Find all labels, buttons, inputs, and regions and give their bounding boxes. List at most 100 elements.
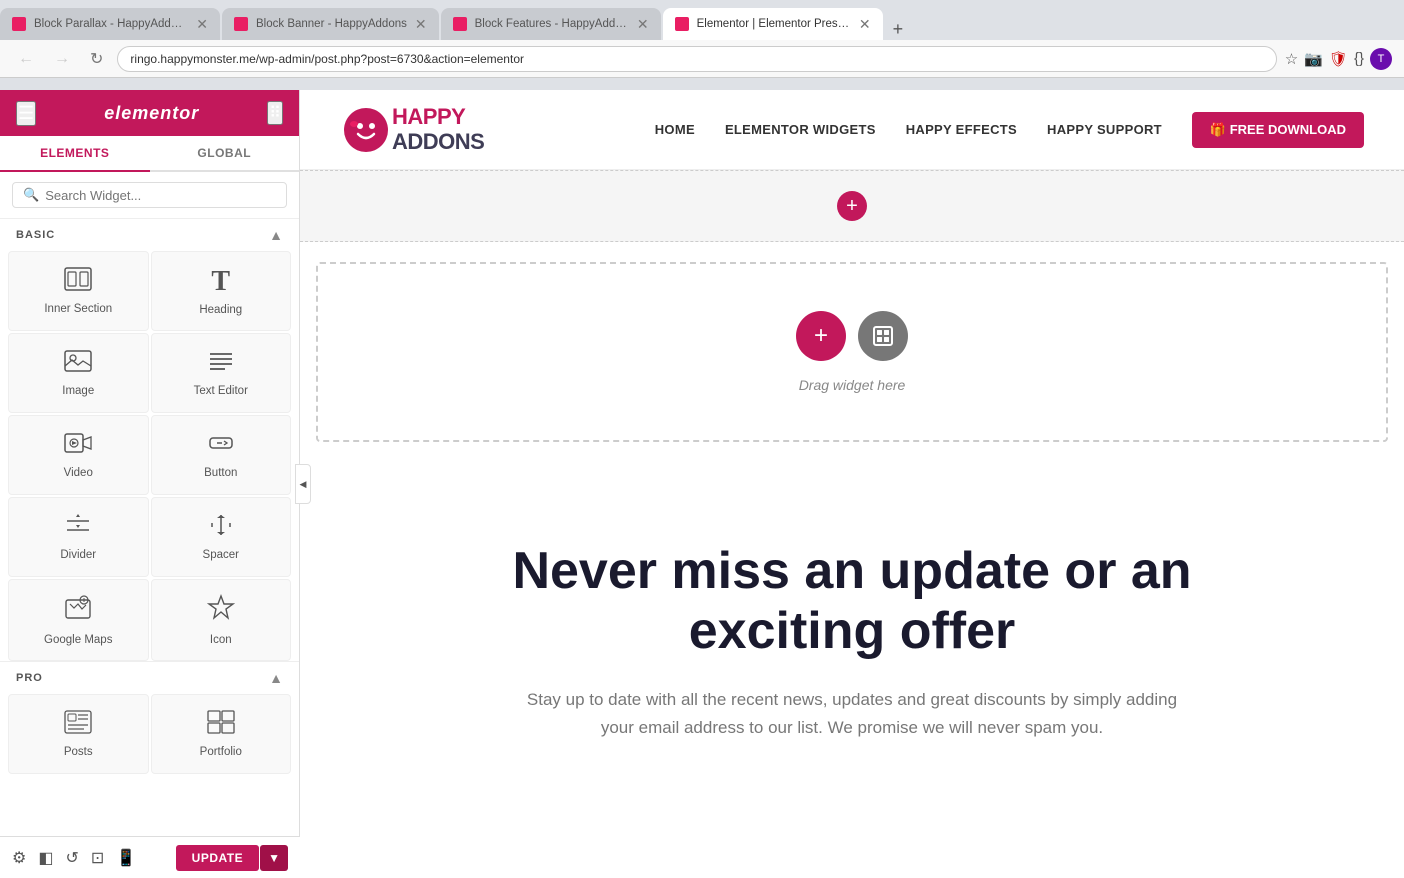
widget-video-label: Video <box>64 467 93 479</box>
settings-button[interactable]: ⚙ <box>12 848 26 868</box>
collapse-arrow-icon: ◀ <box>300 479 307 490</box>
content-section: Never miss an update or an exciting offe… <box>300 462 1404 803</box>
pro-section-title: PRO <box>16 672 43 684</box>
extensions-button[interactable]: {} <box>1354 48 1364 70</box>
canvas-inner: HAPPY ADDONS HOME ELEMENTOR WIDGETS HAPP… <box>300 90 1404 878</box>
widget-button[interactable]: Button <box>151 415 292 495</box>
video-icon <box>64 431 92 461</box>
free-download-button[interactable]: 🎁 FREE DOWNLOAD <box>1192 112 1364 148</box>
widget-posts[interactable]: Posts <box>8 694 149 774</box>
widget-text-editor[interactable]: Text Editor <box>151 333 292 413</box>
tab-favicon-3 <box>453 17 467 31</box>
menu-happy-effects[interactable]: HAPPY EFFECTS <box>906 122 1017 137</box>
portfolio-icon <box>207 710 235 740</box>
widget-button-label: Button <box>204 467 237 479</box>
grid-button[interactable]: ⠿ <box>267 101 283 125</box>
shield-icon[interactable]: 🛡 <box>1329 48 1348 70</box>
search-icon: 🔍 <box>23 187 39 203</box>
drag-zone: + Drag widget here <box>316 262 1388 442</box>
elementor-logo: elementor <box>104 103 199 124</box>
update-wrap: UPDATE ▼ <box>176 845 288 871</box>
widget-inner-section-label: Inner Section <box>44 303 112 315</box>
tab-favicon-1 <box>12 17 26 31</box>
drag-template-button[interactable] <box>858 311 908 361</box>
site-nav: HAPPY ADDONS HOME ELEMENTOR WIDGETS HAPP… <box>300 90 1404 170</box>
sidebar-collapse-toggle[interactable]: ◀ <box>295 464 311 504</box>
tab-close-2[interactable]: ✕ <box>415 16 427 33</box>
address-text: ringo.happymonster.me/wp-admin/post.php?… <box>130 52 524 66</box>
tab-favicon-4 <box>675 17 689 31</box>
widget-text-editor-label: Text Editor <box>194 385 248 397</box>
update-button[interactable]: UPDATE <box>176 845 259 871</box>
browser-tab-4[interactable]: Elementor | Elementor Preset... ✕ <box>663 8 883 40</box>
menu-elementor-widgets[interactable]: ELEMENTOR WIDGETS <box>725 122 876 137</box>
bookmark-button[interactable]: ☆ <box>1285 48 1298 70</box>
site-menu: HOME ELEMENTOR WIDGETS HAPPY EFFECTS HAP… <box>655 112 1364 148</box>
browser-tab-2[interactable]: Block Banner - HappyAddons ✕ <box>222 8 439 40</box>
back-button[interactable]: ← <box>12 48 40 70</box>
basic-widgets-grid: Inner Section T Heading <box>0 251 299 661</box>
heading-icon: T <box>211 266 230 298</box>
widget-heading[interactable]: T Heading <box>151 251 292 331</box>
tab-elements[interactable]: ELEMENTS <box>0 136 150 172</box>
widget-google-maps[interactable]: Google Maps <box>8 579 149 661</box>
tab-close-3[interactable]: ✕ <box>637 16 649 33</box>
logo-happy: HAPPY <box>392 105 484 129</box>
tab-close-4[interactable]: ✕ <box>859 16 871 33</box>
tab-title-4: Elementor | Elementor Preset... <box>697 18 851 30</box>
pro-section-collapse-icon: ▲ <box>269 670 283 686</box>
tab-title-2: Block Banner - HappyAddons <box>256 18 407 30</box>
basic-section: BASIC ▲ Inner Section <box>0 219 299 661</box>
widget-google-maps-label: Google Maps <box>44 634 112 646</box>
screenshot-button[interactable]: 📷 <box>1304 48 1323 70</box>
browser-tab-3[interactable]: Block Features - HappyAddons ✕ <box>441 8 661 40</box>
widget-image[interactable]: Image <box>8 333 149 413</box>
tab-global[interactable]: GLOBAL <box>150 136 300 170</box>
tab-title-1: Block Parallax - HappyAddons <box>34 18 188 30</box>
tab-close-1[interactable]: ✕ <box>196 16 208 33</box>
text-editor-icon <box>207 349 235 379</box>
basic-section-collapse-icon: ▲ <box>269 227 283 243</box>
sidebar-tabs: ELEMENTS GLOBAL <box>0 136 299 172</box>
responsive-button[interactable]: 📱 <box>116 848 136 868</box>
bottom-toolbar: ⚙ ◧ ↺ ⊡ 📱 UPDATE ▼ <box>0 836 300 878</box>
google-maps-icon <box>64 594 92 628</box>
spacer-icon <box>207 513 235 543</box>
hamburger-button[interactable]: ☰ <box>16 101 36 126</box>
widget-spacer[interactable]: Spacer <box>151 497 292 577</box>
site-logo: HAPPY ADDONS <box>340 104 484 156</box>
menu-happy-support[interactable]: HAPPY SUPPORT <box>1047 122 1162 137</box>
address-bar[interactable]: ringo.happymonster.me/wp-admin/post.php?… <box>117 46 1276 72</box>
search-input[interactable] <box>45 188 276 203</box>
browser-tab-1[interactable]: Block Parallax - HappyAddons ✕ <box>0 8 220 40</box>
layers-button[interactable]: ◧ <box>38 848 53 868</box>
drag-zone-buttons: + <box>796 311 908 361</box>
pro-section-header[interactable]: PRO ▲ <box>0 661 299 694</box>
forward-button[interactable]: → <box>48 48 76 70</box>
new-tab-button[interactable]: + <box>885 19 912 40</box>
preview-button[interactable]: ⊡ <box>91 848 104 868</box>
basic-section-title: BASIC <box>16 229 55 241</box>
basic-section-header[interactable]: BASIC ▲ <box>0 219 299 251</box>
widget-portfolio[interactable]: Portfolio <box>151 694 292 774</box>
content-heading: Never miss an update or an exciting offe… <box>472 542 1232 662</box>
update-dropdown-button[interactable]: ▼ <box>260 845 288 871</box>
menu-home[interactable]: HOME <box>655 122 695 137</box>
history-button[interactable]: ↺ <box>65 848 78 868</box>
add-section-row: + <box>300 170 1404 242</box>
widget-divider[interactable]: Divider <box>8 497 149 577</box>
canvas: HAPPY ADDONS HOME ELEMENTOR WIDGETS HAPP… <box>300 90 1404 878</box>
add-section-button[interactable]: + <box>837 191 867 221</box>
divider-icon <box>64 513 92 543</box>
reload-button[interactable]: ↻ <box>84 47 109 71</box>
widget-inner-section[interactable]: Inner Section <box>8 251 149 331</box>
drag-add-button[interactable]: + <box>796 311 846 361</box>
search-input-wrap: 🔍 <box>12 182 287 208</box>
posts-icon <box>64 710 92 740</box>
widget-icon[interactable]: Icon <box>151 579 292 661</box>
sidebar-header: ☰ elementor ⠿ <box>0 90 299 136</box>
widget-video[interactable]: Video <box>8 415 149 495</box>
widget-heading-label: Heading <box>199 304 242 316</box>
profile-button[interactable]: T <box>1370 48 1392 70</box>
widget-spacer-label: Spacer <box>203 549 239 561</box>
